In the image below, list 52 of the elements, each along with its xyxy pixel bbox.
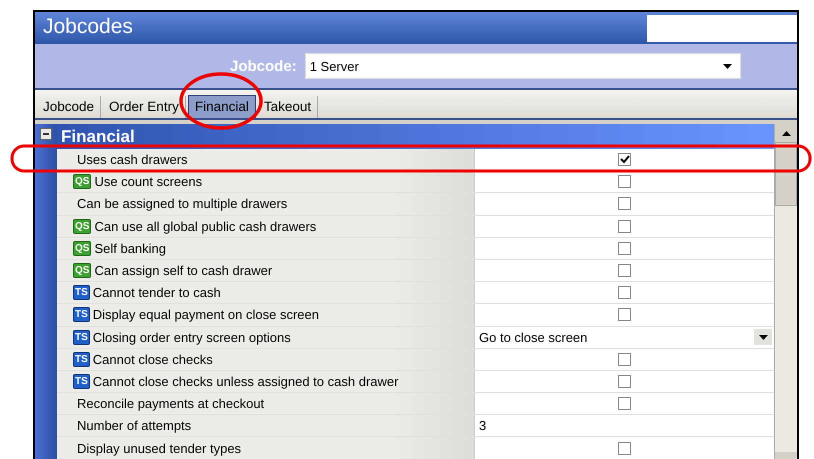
product-badge: QS <box>73 240 92 256</box>
window-title: Jobcodes <box>42 14 134 40</box>
product-badge: QS <box>73 263 92 278</box>
field-value[interactable]: 3 <box>475 418 774 434</box>
checkbox[interactable] <box>618 397 631 410</box>
property-text: Uses cash drawers <box>77 152 188 168</box>
checkbox[interactable] <box>618 175 631 188</box>
property-text: Closing order entry screen options <box>92 330 291 345</box>
tab[interactable]: Jobcode <box>37 96 102 118</box>
dropdown-button[interactable] <box>754 329 772 346</box>
caret-icon <box>722 64 732 68</box>
jobcode-label: Jobcode: <box>230 58 297 74</box>
product-badge: TS <box>73 352 90 367</box>
collapse-icon[interactable] <box>40 128 52 140</box>
tab[interactable]: Financial <box>188 95 256 118</box>
property-text: Can assign self to cash drawer <box>94 263 272 278</box>
property-text: Self banking <box>94 240 166 256</box>
property-text: Cannot close checks <box>92 352 213 367</box>
checkbox[interactable] <box>618 242 631 255</box>
product-badge: TS <box>73 285 90 300</box>
checkbox[interactable] <box>618 286 631 300</box>
property-text: Can use all global public cash drawers <box>94 218 316 234</box>
option-value[interactable]: Go to close screen <box>475 330 754 345</box>
product-badge: TS <box>73 330 90 345</box>
jobcode-select[interactable]: 1 Server <box>304 53 741 79</box>
property-text: Can be assigned to multiple drawers <box>77 196 288 212</box>
tab[interactable]: Order Entry <box>103 96 186 118</box>
checkbox[interactable] <box>618 308 631 322</box>
title-field[interactable] <box>647 15 797 42</box>
checkbox[interactable] <box>618 374 631 388</box>
property-text: Number of attempts <box>77 418 192 434</box>
product-badge: TS <box>73 374 90 389</box>
checkbox[interactable] <box>618 197 631 210</box>
checkbox[interactable] <box>618 264 631 278</box>
product-badge: TS <box>73 307 90 322</box>
checkbox[interactable] <box>618 220 631 233</box>
property-text: Cannot tender to cash <box>92 285 221 300</box>
scroll-thumb[interactable] <box>775 142 797 206</box>
checkbox[interactable] <box>618 352 631 366</box>
checkbox[interactable] <box>618 153 631 166</box>
property-text: Display equal payment on close screen <box>92 307 319 322</box>
tab[interactable]: Takeout <box>258 96 318 118</box>
property-text: Cannot close checks unless assigned to cash drawer <box>92 374 398 389</box>
property-text: Reconcile payments at checkout <box>77 396 264 412</box>
scrollbar[interactable] <box>774 124 797 459</box>
property-text: Use count screens <box>94 174 202 190</box>
checkbox[interactable] <box>618 442 631 455</box>
caret-icon <box>758 334 768 340</box>
product-badge: QS <box>73 218 92 234</box>
property-text: Display unused tender types <box>77 440 242 456</box>
product-badge: QS <box>73 174 92 190</box>
scroll-up-icon <box>782 130 790 136</box>
